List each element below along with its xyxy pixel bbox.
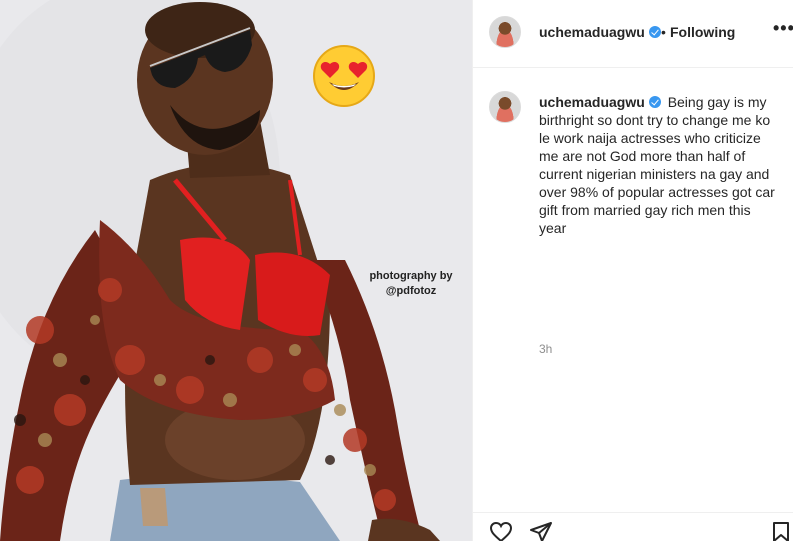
caption-username-text[interactable]: uchemaduagwu bbox=[539, 94, 645, 110]
verified-badge-icon bbox=[648, 96, 661, 108]
photo-credit-line1: photography by bbox=[369, 270, 453, 282]
header-username-text[interactable]: uchemaduagwu bbox=[539, 24, 645, 40]
post-side-panel: uchemaduagwu • Following ••• uchemaduagw… bbox=[472, 0, 793, 541]
heart-icon[interactable] bbox=[489, 521, 513, 541]
bookmark-icon[interactable] bbox=[771, 521, 791, 541]
post-photo[interactable]: photography by @pdfotoz bbox=[0, 0, 472, 541]
photo-credit: photography by @pdfotoz bbox=[366, 269, 456, 299]
more-options-icon[interactable]: ••• bbox=[773, 18, 793, 39]
share-icon[interactable] bbox=[529, 521, 553, 541]
avatar[interactable] bbox=[489, 16, 521, 48]
caption-body: Being gay is my birthright so dont try t… bbox=[539, 94, 775, 236]
post-timestamp[interactable]: 3h bbox=[539, 342, 552, 356]
following-button[interactable]: Following bbox=[670, 24, 735, 40]
header-username[interactable]: uchemaduagwu bbox=[539, 24, 661, 40]
post-header: uchemaduagwu • Following ••• bbox=[473, 0, 793, 68]
verified-badge-icon bbox=[648, 26, 661, 38]
separator-dot: • bbox=[661, 24, 666, 40]
caption-username[interactable]: uchemaduagwu bbox=[539, 94, 661, 110]
photo-credit-line2: @pdfotoz bbox=[385, 285, 437, 297]
caption-text: uchemaduagwu Being gay is my birthright … bbox=[539, 93, 779, 237]
heart-eyes-emoji bbox=[313, 45, 375, 107]
caption-avatar[interactable] bbox=[489, 91, 521, 123]
action-bar bbox=[473, 512, 793, 541]
